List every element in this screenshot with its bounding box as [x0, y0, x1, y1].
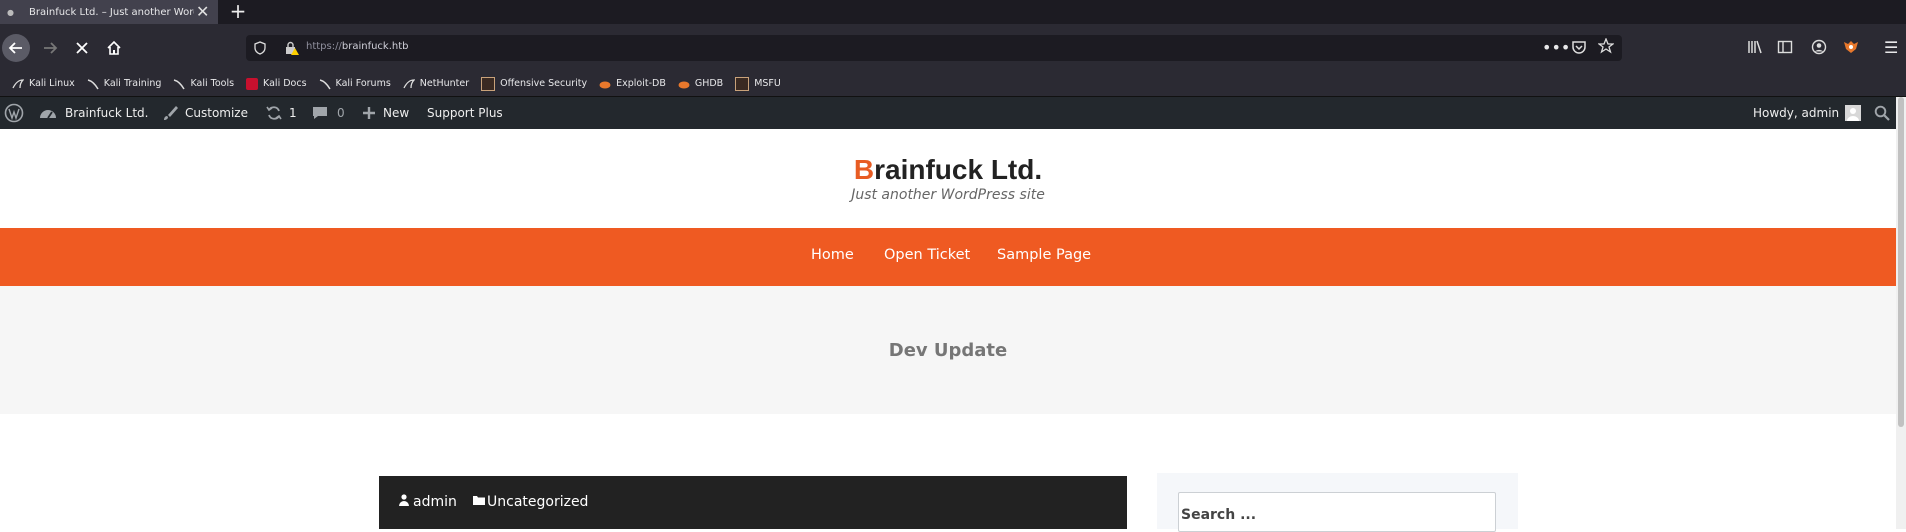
exploitdb-icon [599, 78, 611, 90]
bookmark-kali-docs[interactable]: Kali Docs [246, 77, 307, 90]
adminbar-support-plus[interactable]: Support Plus [427, 97, 503, 129]
adminbar-new[interactable]: New [362, 97, 409, 129]
pocket-icon[interactable] [1571, 39, 1587, 58]
site-tagline: Just another WordPress site [851, 187, 1045, 203]
forward-arrow-icon [44, 42, 58, 54]
nethunter-icon [403, 78, 416, 90]
adminbar-search-icon[interactable] [1874, 97, 1890, 129]
kali-docs-icon [246, 77, 259, 90]
nav-sample-page[interactable]: Sample Page [997, 247, 1091, 263]
exploitdb-icon [678, 78, 690, 90]
user-icon [399, 494, 409, 506]
tab-favicon-icon: ● [7, 7, 14, 17]
new-tab-button[interactable]: + [227, 0, 249, 24]
close-icon [76, 42, 88, 54]
lock-warning-icon[interactable] [284, 40, 300, 59]
paintbrush-icon [164, 106, 178, 120]
url-text[interactable]: https://brainfuck.htb [306, 41, 409, 52]
bookmark-msfu[interactable]: MSFU [735, 76, 781, 91]
nav-home[interactable]: Home [811, 247, 854, 263]
folder-icon [473, 496, 485, 505]
account-icon[interactable] [1811, 39, 1827, 58]
tab-strip [0, 0, 1906, 24]
nav-open-ticket[interactable]: Open Ticket [884, 247, 970, 263]
wordpress-logo-icon[interactable] [4, 97, 24, 129]
post-category[interactable]: Uncategorized [472, 494, 588, 510]
comment-icon [313, 107, 327, 119]
more-actions-icon[interactable]: ••• [1542, 38, 1570, 57]
adminbar-customize[interactable]: Customize [162, 97, 248, 129]
adminbar-site-name[interactable]: Brainfuck Ltd. [39, 97, 148, 129]
bookmark-kali-tools[interactable]: Kali Tools [173, 78, 234, 90]
site-title[interactable]: Brainfuck Ltd. [0, 154, 1896, 186]
kali-dragon-icon [319, 78, 331, 90]
foxyproxy-icon[interactable] [1842, 38, 1860, 59]
hamburger-menu-icon[interactable]: ☰ [1884, 38, 1898, 57]
bookmark-star-icon[interactable] [1597, 37, 1615, 57]
adminbar-updates[interactable]: 1 [266, 97, 297, 129]
bookmark-exploit-db[interactable]: Exploit-DB [599, 78, 666, 90]
scrollbar-thumb[interactable] [1898, 97, 1904, 427]
offsec-icon [735, 76, 750, 91]
back-arrow-icon [8, 42, 22, 54]
back-button[interactable] [2, 34, 30, 62]
search-input[interactable]: Search ... [1178, 492, 1496, 532]
close-tab-icon[interactable]: ✕ [196, 4, 209, 20]
browser-tab[interactable]: ● Brainfuck Ltd. – Just another WordPres… [0, 0, 218, 24]
bookmark-kali-forums[interactable]: Kali Forums [319, 78, 391, 90]
sidebar-toggle-icon[interactable] [1777, 39, 1793, 58]
bookmark-ghdb[interactable]: GHDB [678, 78, 723, 90]
bookmark-kali-training[interactable]: Kali Training [87, 78, 161, 90]
url-bar[interactable] [246, 35, 1622, 61]
kali-dragon-icon [87, 78, 99, 90]
adminbar-my-account[interactable]: Howdy, admin [1753, 97, 1862, 129]
page-title: Dev Update [888, 340, 1008, 361]
kali-dragon-icon [173, 78, 186, 90]
bookmark-nethunter[interactable]: NetHunter [403, 78, 469, 90]
updates-icon [266, 106, 282, 120]
library-icon[interactable] [1747, 39, 1763, 58]
post-author[interactable]: admin [399, 494, 457, 510]
bookmark-kali-linux[interactable]: Kali Linux [12, 78, 75, 90]
bookmark-offensive-security[interactable]: Offensive Security [481, 76, 587, 91]
kali-dragon-icon [12, 78, 25, 90]
shield-icon[interactable] [254, 41, 266, 58]
plus-icon [363, 107, 375, 119]
home-button[interactable] [100, 34, 128, 62]
forward-button[interactable] [36, 34, 64, 62]
bookmarks-toolbar: Kali Linux Kali Training Kali Tools Kali… [0, 71, 1906, 97]
tab-title: Brainfuck Ltd. – Just another WordPress … [28, 6, 194, 18]
stop-loading-button[interactable] [68, 34, 96, 62]
offsec-icon [481, 76, 496, 91]
home-icon [107, 40, 121, 55]
dashboard-icon [40, 110, 56, 119]
avatar [1845, 105, 1862, 121]
adminbar-comments[interactable]: 0 [312, 97, 345, 129]
